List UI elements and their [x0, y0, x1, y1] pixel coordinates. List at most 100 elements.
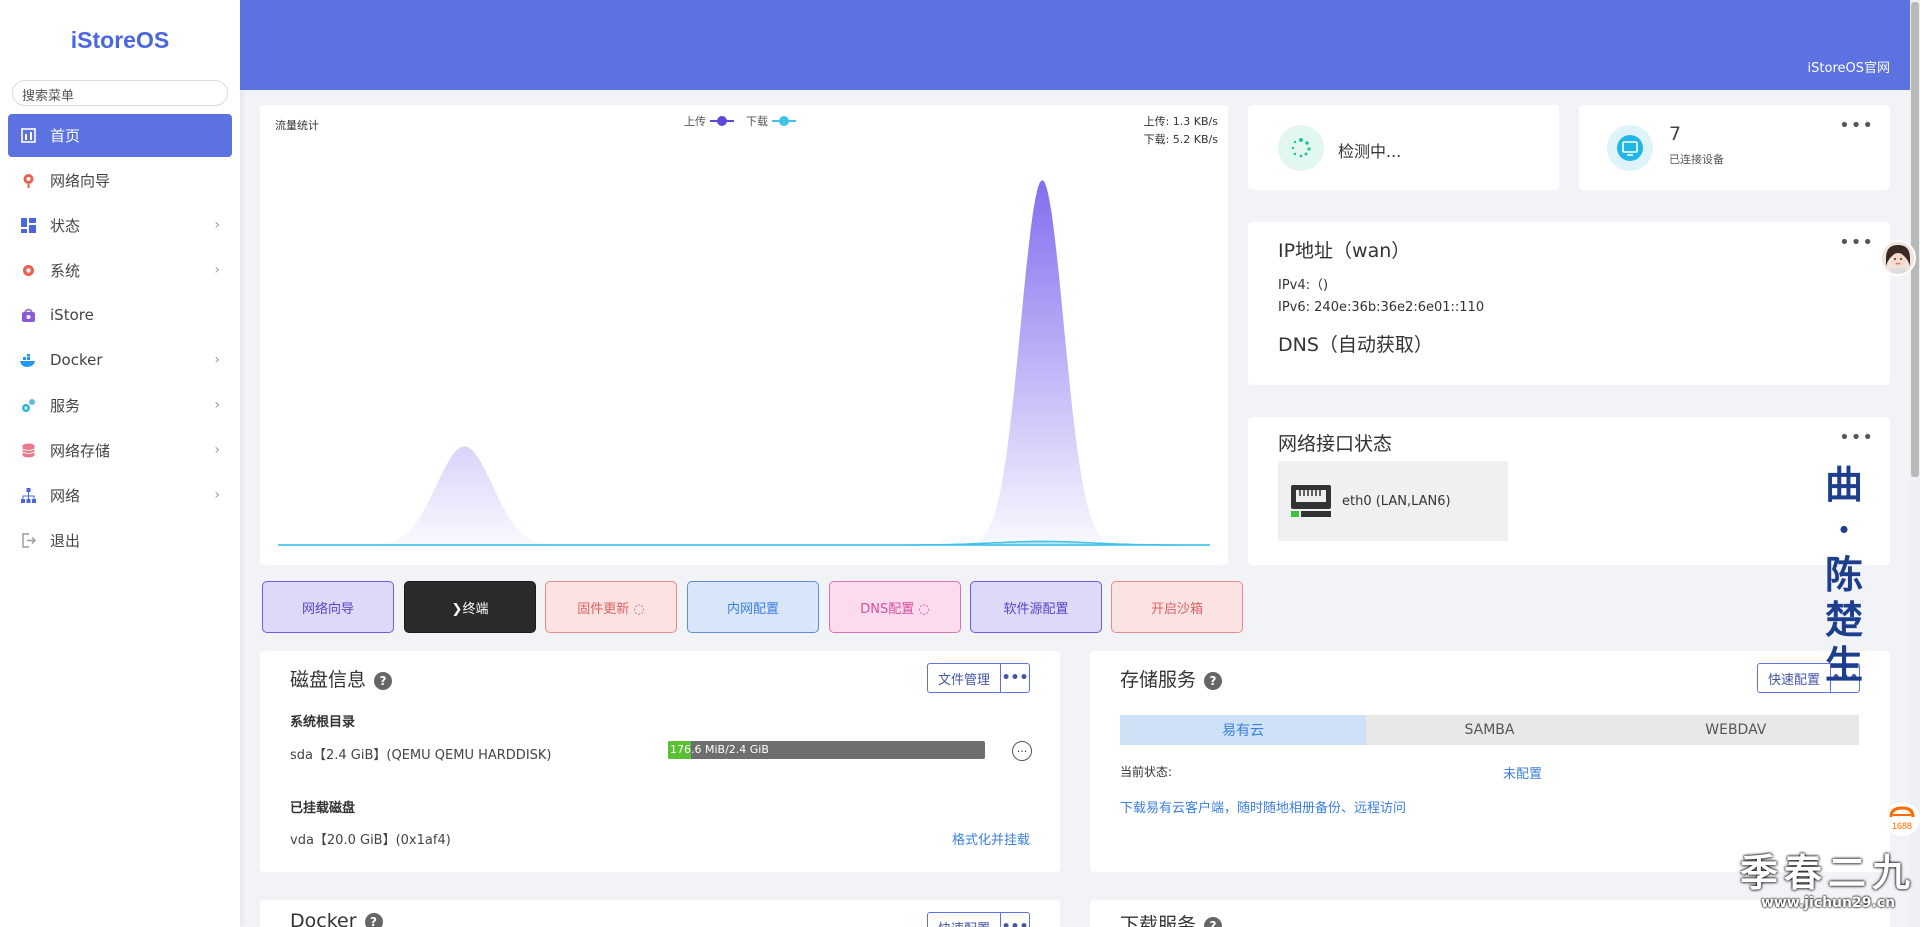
devices-icon [1607, 125, 1653, 171]
sidebar-item-network[interactable]: 网络 › [8, 473, 232, 517]
official-site-link[interactable]: iStoreOS官网 [1808, 57, 1890, 76]
ip-address-card: IP地址（wan） IPv4:（) IPv6: 240e:36b:36e2:6e… [1248, 222, 1890, 385]
sidebar-item-label: 系统 [50, 261, 81, 280]
network-interface-card: 网络接口状态 eth0 (LAN,LAN6) ••• [1248, 417, 1890, 565]
logo[interactable]: iStoreOS [0, 0, 240, 80]
tab-samba[interactable]: SAMBA [1366, 715, 1612, 745]
chevron-right-icon: › [214, 487, 220, 503]
gear-icon [20, 262, 36, 278]
store-icon [20, 307, 36, 323]
more-options-icon[interactable]: ••• [1001, 913, 1029, 927]
internet-status-text: 检测中... [1338, 142, 1402, 161]
services-icon [20, 397, 36, 413]
root-disk: sda【2.4 GiB】(QEMU QEMU HARDDISK) [290, 748, 552, 763]
docker-icon [20, 352, 36, 368]
docker-config-group: 快速配置 ••• [926, 912, 1030, 927]
series-area-upload [278, 180, 1210, 545]
ethernet-port-icon [1290, 484, 1332, 518]
docker-quick-config-button[interactable]: 快速配置 [928, 913, 1001, 927]
sidebar-item-logout[interactable]: 退出 [8, 518, 232, 562]
sidebar-item-system[interactable]: 系统 › [8, 248, 232, 292]
sidebar-item-label: iStore [50, 306, 94, 324]
lan-config-button[interactable]: 内网配置 [687, 581, 819, 633]
legend-upload-marker [710, 116, 734, 126]
home-icon [20, 128, 36, 144]
disk-info-card: 磁盘信息? 文件管理 ••• 系统根目录 sda【2.4 GiB】(QEMU Q… [260, 651, 1060, 872]
storage-title-text: 存储服务 [1120, 669, 1197, 691]
format-mount-link[interactable]: 格式化并挂载 [952, 829, 1030, 848]
chevron-right-icon: › [214, 442, 220, 458]
sidebar-item-status[interactable]: 状态 › [8, 203, 232, 247]
more-options-icon[interactable]: ••• [1839, 115, 1874, 136]
wizard-icon [20, 172, 36, 188]
dns-config-button[interactable]: DNS配置 ◌ [829, 581, 961, 633]
traffic-rates: 上传: 1.3 KB/s 下载: 5.2 KB/s [1144, 113, 1218, 149]
internet-status-card: 检测中... [1248, 105, 1559, 190]
net-card-title: 网络接口状态 [1278, 433, 1393, 455]
upload-rate: 上传: 1.3 KB/s [1143, 115, 1218, 128]
sidebar-item-label: 网络向导 [50, 171, 111, 190]
sidebar-item-istore[interactable]: iStore [8, 293, 232, 337]
sidebar-item-label: 退出 [50, 531, 81, 550]
sidebar-item-label: 服务 [50, 396, 81, 415]
legend-download[interactable]: 下载 [746, 113, 796, 129]
help-icon[interactable]: ? [364, 912, 383, 927]
help-icon[interactable]: ? [374, 671, 393, 690]
logout-icon [20, 532, 36, 548]
network-wizard-button[interactable]: 网络向导 [262, 581, 394, 633]
disk-options-icon[interactable]: ··· [1012, 741, 1032, 761]
root-dir-label: 系统根目录 [290, 715, 356, 730]
mounted-disk: vda【20.0 GiB】(0x1af4) [290, 833, 451, 848]
file-manager-button[interactable]: 文件管理 [928, 664, 1001, 692]
docker-card: Docker? 快速配置 ••• [260, 900, 1060, 927]
chevron-right-icon: › [214, 352, 220, 368]
legend-download-marker [772, 116, 796, 126]
more-options-icon[interactable]: ••• [1839, 232, 1874, 253]
docker-title-text: Docker [290, 910, 357, 927]
disk-card-title: 磁盘信息? [290, 665, 393, 692]
quick-config-button[interactable]: 快速配置 [1758, 664, 1831, 692]
sidebar-item-label: 状态 [50, 216, 81, 235]
firmware-update-button[interactable]: 固件更新 ◌ [545, 581, 677, 633]
dns-value: DNS（自动获取） [1278, 334, 1433, 356]
help-icon[interactable]: ? [1204, 916, 1223, 927]
more-options-icon[interactable]: ••• [1001, 664, 1029, 692]
terminal-button[interactable]: ❯终端 [404, 581, 536, 633]
sidebar-item-home[interactable]: 首页 [8, 114, 232, 157]
sidebar-item-wizard[interactable]: 网络向导 [8, 158, 232, 202]
legend-upload[interactable]: 上传 [684, 113, 734, 129]
tab-yiyouyun[interactable]: 易有云 [1120, 715, 1367, 745]
traffic-chart [278, 180, 1210, 546]
interface-item[interactable]: eth0 (LAN,LAN6) [1278, 461, 1508, 541]
disk-usage-text: 176.6 MiB/2.4 GiB [670, 743, 769, 756]
watermark: 季春二九 www.jichun29.cn [1738, 850, 1918, 912]
badge-1688-icon[interactable]: 1688 [1884, 802, 1920, 836]
scrollbar-thumb[interactable] [1911, 2, 1919, 477]
sandbox-button[interactable]: 开启沙箱 [1111, 581, 1243, 633]
watermark-url: www.jichun29.cn [1760, 895, 1896, 911]
more-options-icon[interactable]: ••• [1839, 427, 1874, 448]
sidebar-item-storage[interactable]: 网络存储 › [8, 428, 232, 472]
sidebar-item-docker[interactable]: Docker › [8, 338, 232, 382]
status-value-link[interactable]: 未配置 [1503, 763, 1542, 782]
sidebar-item-services[interactable]: 服务 › [8, 383, 232, 427]
loading-icon [1278, 125, 1324, 171]
avatar[interactable] [1880, 240, 1916, 276]
vertical-overlay-text: 曲·陈楚生 [1824, 462, 1863, 687]
top-bar: iStoreOS官网 [240, 0, 1920, 90]
disk-title-text: 磁盘信息 [290, 669, 367, 691]
page-scrollbar[interactable] [1910, 0, 1920, 927]
connected-devices-card: 7 已连接设备 ••• [1579, 105, 1890, 190]
sidebar-item-label: 首页 [50, 127, 81, 145]
tab-webdav[interactable]: WEBDAV [1613, 715, 1859, 745]
mounted-label: 已挂载磁盘 [290, 801, 356, 816]
sidebar-nav: 首页 网络向导 状态 › 系统 › iStore Docker › 服务 › 网… [0, 114, 240, 562]
badge-1688-text: 1688 [1892, 821, 1912, 831]
chart-legend: 上传 下载 [684, 113, 796, 129]
download-client-link[interactable]: 下载易有云客户端，随时随地相册备份、远程访问 [1120, 797, 1406, 816]
help-icon[interactable]: ? [1204, 671, 1223, 690]
search-input[interactable]: 搜索菜单 [12, 80, 228, 106]
software-source-button[interactable]: 软件源配置 [970, 581, 1102, 633]
watermark-title: 季春二九 [1739, 850, 1916, 895]
ipv4-value: IPv4:（) [1278, 278, 1329, 293]
